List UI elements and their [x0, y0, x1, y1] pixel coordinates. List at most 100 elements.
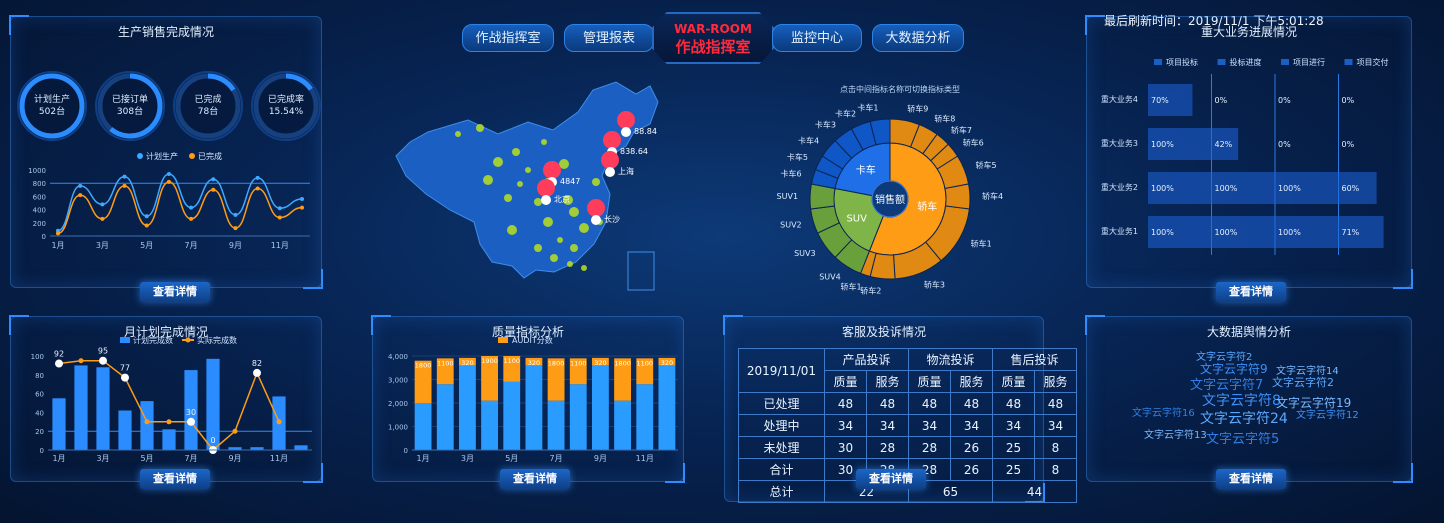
- nav-button-monitor[interactable]: 监控中心: [772, 24, 862, 52]
- map-dot: [507, 225, 517, 235]
- panel-title: 重大业务进展情况: [1200, 25, 1297, 39]
- service-detail-button[interactable]: 查看详情: [856, 469, 926, 489]
- ring-name: 已接订单: [111, 95, 148, 105]
- series-point: [277, 206, 282, 211]
- outer-label: 卡车5: [787, 152, 808, 162]
- legend-swatch: [1154, 59, 1162, 65]
- actual-point: [232, 428, 238, 434]
- y-tick-label: 20: [35, 428, 44, 436]
- series-point: [189, 205, 194, 210]
- war-room-title: WAR-ROOM 作战指挥室: [652, 12, 774, 64]
- x-tick-label: 7月: [550, 454, 563, 463]
- y-tick-label: 100: [31, 353, 44, 361]
- table-cell: 48: [950, 392, 993, 415]
- outer-label: 轿车8: [934, 113, 955, 123]
- table-row: 处理中 34 34 34 34 34 34: [738, 414, 1077, 437]
- table-sub-header: 质量: [992, 370, 1035, 393]
- nav-button-bigdata[interactable]: 大数据分析: [872, 24, 964, 52]
- word-cloud: 文字云字符2 文字云字符9 文字云字符14 文字云字符7 文字云字符2 文字云字符8 文字云…: [1126, 344, 1376, 454]
- base-bar: [414, 403, 432, 450]
- progress-value: 60%: [1342, 184, 1360, 193]
- ring-name: 已完成率: [267, 95, 304, 105]
- ring-value: 308台: [116, 107, 144, 117]
- outer-label: 卡车2: [835, 108, 856, 118]
- outer-label: 轿车1: [971, 238, 992, 248]
- progress-value: 0%: [1215, 96, 1228, 105]
- y-tick-label: 3,000: [388, 377, 408, 385]
- y-tick-label: 0: [42, 233, 46, 241]
- legend-label: 实际完成数: [197, 335, 237, 345]
- table-cell: 28: [866, 436, 909, 459]
- table-total-cell: 44: [992, 480, 1077, 503]
- series-point: [144, 214, 149, 219]
- outer-label: 轿车7: [951, 125, 972, 135]
- point-label: 0: [210, 436, 215, 445]
- progress-value: 71%: [1342, 228, 1360, 237]
- progress-detail-button[interactable]: 查看详情: [1216, 282, 1286, 302]
- map-pin: [617, 111, 635, 129]
- progress-bar-chart: 项目投标 投标进度 项目进行 项目交付重大业务4 70% 0% 0% 0% 重大业务3 100% 4…: [1101, 57, 1389, 255]
- table-group-header: 售后投诉: [992, 348, 1077, 371]
- sunburst-chart[interactable]: 轿车SUV卡车轿车9轿车8轿车7轿车6轿车5轿车4轿车1轿车3轿车2轿车1SUV…: [770, 96, 1030, 296]
- actual-point: [78, 358, 84, 364]
- legend-dot: [137, 153, 143, 159]
- outer-label: SUV4: [819, 273, 841, 282]
- progress-value: 100%: [1151, 228, 1174, 237]
- series-point: [300, 205, 304, 210]
- production-line-chart: 计划生产 已完成 0 200 400 600 800 1000 1月 3月 5月 7月 9月 11月: [28, 151, 310, 250]
- progress-value: 0%: [1278, 96, 1291, 105]
- series-point: [189, 216, 194, 221]
- y-tick-label: 0: [404, 447, 408, 455]
- monthly-detail-button[interactable]: 查看详情: [140, 469, 210, 489]
- china-map[interactable]: 88.84 838.64 4847 北京 上海长沙: [388, 72, 678, 302]
- bar-top-label: 1100: [503, 357, 520, 365]
- sunburst-hint: 点击中间指标名称可切换指标类型: [840, 85, 960, 94]
- map-dot: [579, 223, 589, 233]
- nav-button-command[interactable]: 作战指挥室: [462, 24, 554, 52]
- base-bar: [591, 365, 609, 450]
- quality-detail-button[interactable]: 查看详情: [500, 469, 570, 489]
- point-label: 95: [98, 347, 108, 356]
- nav-button-reports[interactable]: 管理报表: [564, 24, 654, 52]
- outer-label: 轿车2: [860, 286, 881, 296]
- map-pin: [543, 161, 561, 179]
- legend-swatch: [120, 337, 130, 343]
- panel-title: 大数据舆情分析: [1206, 325, 1291, 339]
- series-point: [100, 202, 105, 207]
- map-dot: [541, 139, 547, 145]
- legend-label: 项目进行: [1293, 57, 1325, 67]
- map-dot: [517, 181, 523, 187]
- label-point: [253, 368, 261, 377]
- map-pin: [587, 199, 605, 217]
- category-label: 重大业务1: [1101, 226, 1138, 236]
- ring-label: 计划生产 502台: [17, 94, 87, 118]
- table-cell: 28: [908, 436, 951, 459]
- y-tick-label: 800: [33, 180, 46, 188]
- y-tick-label: 40: [35, 409, 44, 417]
- category-label: 重大业务3: [1101, 138, 1138, 148]
- base-bar: [614, 400, 632, 450]
- bar-top-label: 1100: [636, 359, 653, 367]
- table-row-label: 处理中: [738, 414, 825, 437]
- table-cell: 26: [950, 458, 993, 481]
- cloud-word: 文字云字符12: [1296, 410, 1359, 421]
- x-tick-label: 5月: [140, 241, 153, 250]
- table-cell: 30: [824, 436, 867, 459]
- outer-label: 轿车4: [982, 191, 1003, 201]
- map-pin-glow: [541, 195, 551, 205]
- category-label: 重大业务4: [1101, 94, 1138, 104]
- cloud-word: 文字云字符13: [1144, 430, 1207, 441]
- progress-value: 100%: [1278, 184, 1301, 193]
- map-country: [395, 81, 659, 279]
- production-detail-button[interactable]: 查看详情: [140, 282, 210, 302]
- bar-legend: 计划完成数 实际完成数: [120, 335, 237, 345]
- series-point: [300, 197, 304, 202]
- bar-top-label: 1800: [614, 359, 631, 367]
- map-dot: [569, 207, 579, 217]
- opinion-detail-button[interactable]: 查看详情: [1216, 469, 1286, 489]
- ring-value: 502台: [38, 107, 66, 117]
- series-point: [122, 174, 127, 179]
- x-tick-label: 9月: [594, 454, 607, 463]
- quality-stacked-chart: AUDIT分数 0 1,000 2,000 3,000 4,000 1800 1月 1100 32…: [388, 335, 678, 463]
- legend-swatch: [1217, 59, 1226, 65]
